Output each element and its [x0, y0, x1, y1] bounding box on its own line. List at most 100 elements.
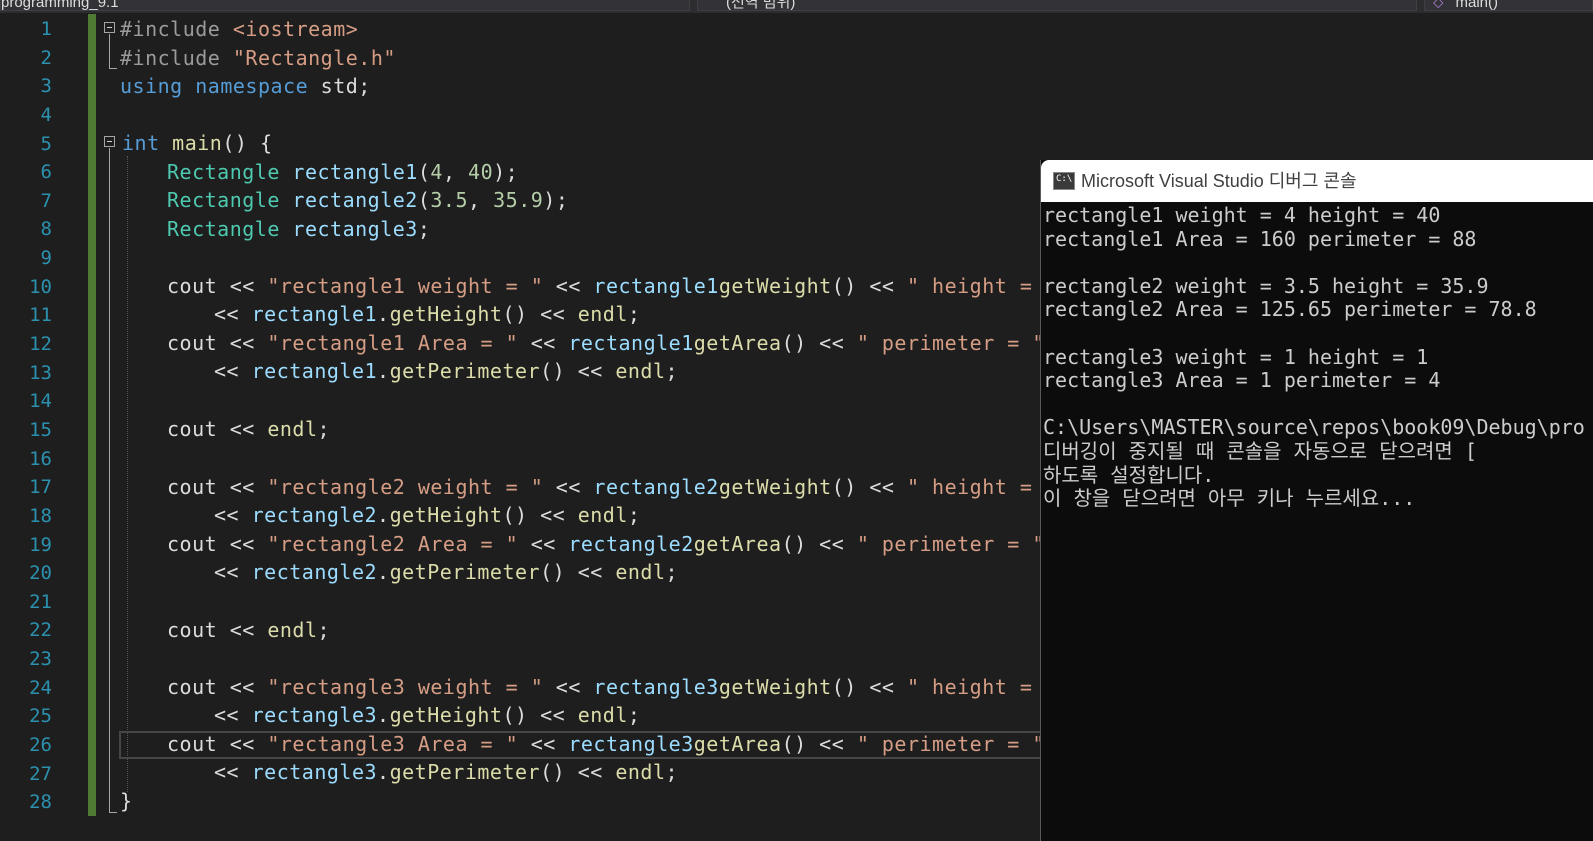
line-number: 9 — [40, 247, 52, 270]
operator: << — [217, 417, 268, 441]
operator: << — [217, 475, 268, 499]
operator: () << — [781, 732, 857, 756]
method-name: getWeight — [718, 675, 832, 699]
operator: () << — [831, 675, 907, 699]
string-literal: " height = " — [906, 675, 1058, 699]
operator: << — [543, 475, 594, 499]
code-line-24: cout << "rectangle3 weight = " << rectan… — [167, 673, 1057, 701]
include-path: <iostream> — [232, 17, 359, 41]
punctuation: . — [377, 560, 390, 584]
closing-brace: } — [120, 789, 133, 813]
variable: rectangle1 — [251, 302, 378, 326]
punctuation: ; — [417, 217, 431, 241]
number: 35.9 — [493, 188, 544, 212]
line-number: 3 — [40, 75, 52, 98]
manipulator: endl — [615, 560, 666, 584]
console-line: rectangle2 weight = 3.5 height = 35.9 — [1043, 273, 1489, 298]
punctuation: ; — [627, 503, 641, 527]
scope-dropdown[interactable]: (전역 범위) — [697, 0, 1417, 11]
code-line-19: cout << "rectangle2 Area = " << rectangl… — [167, 530, 1045, 558]
operator: () << — [831, 475, 907, 499]
line-number: 6 — [40, 161, 52, 184]
member-dropdown-label: main() — [1455, 0, 1499, 11]
console-line: rectangle1 Area = 160 perimeter = 88 — [1043, 226, 1477, 251]
operator: << — [518, 532, 569, 556]
code-line-26: cout << "rectangle3 Area = " << rectangl… — [167, 730, 1045, 758]
line-number: 17 — [29, 476, 52, 499]
code-line-27: << rectangle3.getPerimeter() << endl; — [214, 758, 678, 786]
console-titlebar[interactable]: C:\ Microsoft Visual Studio 디버그 콘솔 — [1041, 160, 1593, 202]
code-line-3: using namespace std; — [120, 72, 371, 100]
line-number: 12 — [29, 333, 52, 356]
operator: << — [217, 532, 268, 556]
operator: << — [217, 618, 268, 642]
punctuation: () { — [222, 131, 273, 155]
code-line-28: } — [120, 787, 133, 815]
keyword: using — [120, 74, 183, 98]
debug-console-window[interactable]: C:\ Microsoft Visual Studio 디버그 콘솔 recta… — [1040, 160, 1593, 841]
number: 4 — [430, 160, 443, 184]
operator: << — [543, 274, 594, 298]
code-line-12: cout << "rectangle1 Area = " << rectangl… — [167, 329, 1045, 357]
punctuation: . — [377, 703, 390, 727]
line-number-gutter: 1 2 3 4 5 6 7 8 9 10 11 12 13 14 15 16 17 18 19 20 21 22 23 24 2… — [0, 13, 88, 841]
member-dropdown[interactable]: ⬦ main() — [1424, 0, 1593, 11]
console-app-icon: C:\ — [1053, 172, 1075, 190]
string-literal: "rectangle2 weight = " — [267, 475, 544, 499]
string-literal: " height = " — [906, 475, 1058, 499]
line-number: 7 — [40, 189, 52, 212]
operator: () << — [502, 503, 578, 527]
code-line-22: cout << endl; — [167, 616, 330, 644]
operator: << — [214, 302, 252, 326]
line-number: 23 — [29, 648, 52, 671]
string-literal: "rectangle2 Area = " — [267, 532, 519, 556]
operator: << — [217, 732, 268, 756]
method-name: getArea — [693, 331, 782, 355]
punctuation: . — [377, 302, 390, 326]
punctuation: ; — [317, 618, 331, 642]
method-name: getPerimeter — [389, 560, 541, 584]
operator: () << — [540, 760, 616, 784]
operator: << — [214, 359, 252, 383]
method-name: getArea — [693, 732, 782, 756]
variable: rectangle3 — [593, 675, 719, 699]
punctuation: ; — [627, 302, 641, 326]
type-name: Rectangle — [167, 217, 280, 241]
line-number: 1 — [40, 18, 52, 40]
operator: << — [543, 675, 594, 699]
line-number: 13 — [29, 361, 52, 384]
method-name: getArea — [693, 532, 782, 556]
console-line: 이 창을 닫으려면 아무 키나 누르세요... — [1043, 486, 1416, 511]
code-line-2: #include "Rectangle.h" — [120, 44, 396, 72]
string-literal: "rectangle1 Area = " — [267, 331, 519, 355]
line-number: 27 — [29, 762, 52, 785]
console-line: 디버깅이 중지될 때 콘솔을 자동으로 닫으려면 [ — [1043, 439, 1477, 463]
punctuation: ( — [417, 188, 431, 212]
collapse-include-block-icon[interactable] — [104, 22, 115, 33]
console-line: rectangle3 Area = 1 perimeter = 4 — [1043, 368, 1441, 393]
operator: << — [214, 503, 252, 527]
operator: << — [518, 331, 569, 355]
variable: rectangle2 — [251, 503, 378, 527]
stream-object: cout — [167, 618, 218, 642]
collapse-main-block-icon[interactable] — [104, 136, 115, 147]
code-line-13: << rectangle1.getPerimeter() << endl; — [214, 357, 678, 385]
line-number: 20 — [29, 562, 52, 585]
variable: rectangle3 — [251, 703, 378, 727]
variable: rectangle3 — [292, 217, 418, 241]
operator: () << — [781, 532, 857, 556]
line-number: 18 — [29, 504, 52, 527]
outline-line — [109, 68, 117, 69]
punctuation: . — [377, 503, 390, 527]
operator: () << — [540, 359, 616, 383]
number: 40 — [468, 160, 494, 184]
code-line-10: cout << "rectangle1 weight = " << rectan… — [167, 272, 1057, 300]
code-line-15: cout << endl; — [167, 415, 330, 443]
project-dropdown[interactable]: programming_9.1 — [0, 0, 690, 11]
line-number: 26 — [29, 734, 52, 756]
code-line-20: << rectangle2.getPerimeter() << endl; — [214, 558, 678, 586]
variable: rectangle2 — [251, 560, 378, 584]
line-number: 2 — [40, 46, 52, 69]
preprocessor-directive: #include — [120, 17, 233, 41]
